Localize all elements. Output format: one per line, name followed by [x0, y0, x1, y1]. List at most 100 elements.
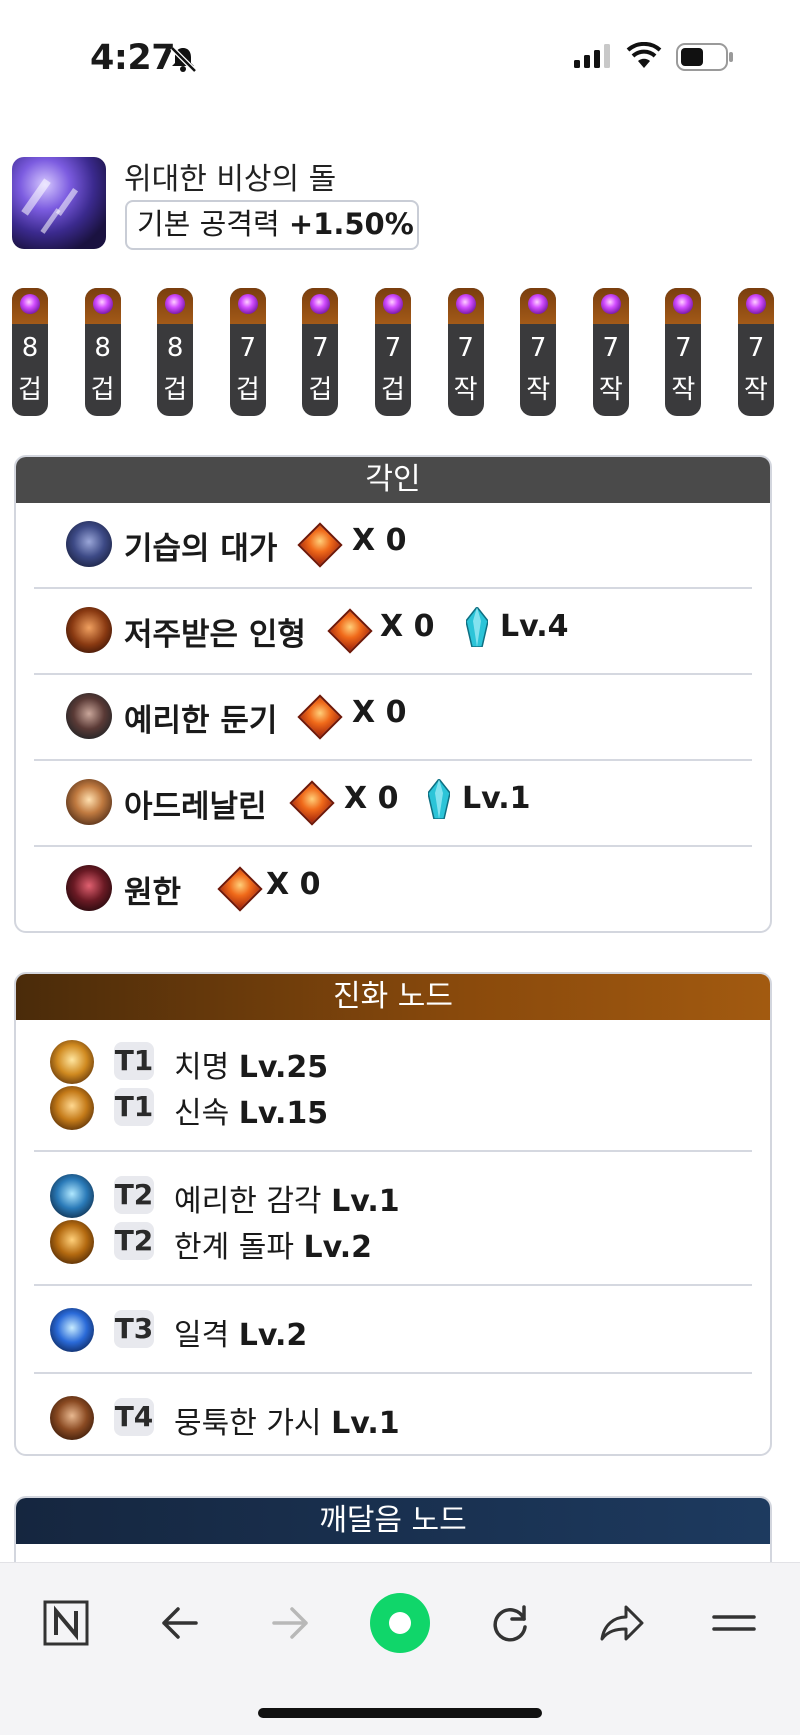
evolution-node-text: 일격 Lv.2 — [174, 1310, 307, 1354]
reload-icon[interactable] — [486, 1599, 534, 1647]
stack-count: 7 — [312, 333, 329, 363]
stack-chip: 7작 — [447, 288, 484, 416]
chip-cap — [157, 288, 194, 324]
relic-gem-icon — [297, 694, 343, 740]
gem-icon — [528, 294, 549, 314]
gem-icon — [746, 294, 766, 314]
node-name: 예리한 감각 — [174, 1184, 322, 1219]
evolution-node-text: 예리한 감각 Lv.1 — [174, 1176, 400, 1220]
node-level: Lv.15 — [238, 1096, 329, 1131]
stack-count: 7 — [239, 333, 257, 363]
engraving-row: 원한 X 0 — [34, 847, 752, 931]
evolution-node: T2 예리한 감각 Lv.1 — [34, 1172, 752, 1220]
chip-cap — [665, 288, 702, 324]
stack-chip: 7작 — [520, 288, 557, 416]
evolution-group: T3 일격 Lv.2 — [34, 1286, 752, 1374]
node-level: Lv.2 — [303, 1230, 372, 1265]
stack-count: 7 — [529, 333, 547, 363]
menu-icon[interactable] — [710, 1599, 758, 1647]
engraving-panel: 각인 기습의 대가 X 0 저주받은 인형 X 0 Lv.4 예리한 둔기 X … — [14, 455, 772, 933]
wifi-icon — [626, 42, 662, 68]
item-name: 위대한 비상의 돌 — [124, 162, 337, 197]
engraving-row: 아드레날린 X 0 Lv.1 — [34, 761, 752, 847]
stack-count: 7 — [675, 333, 692, 363]
engraving-count: X 0 — [352, 695, 407, 730]
ability-stone-crystal-icon — [428, 779, 450, 819]
stack-chip: 7겁 — [229, 288, 266, 416]
stack-chip: 8겁 — [157, 288, 194, 416]
chip-cap — [520, 288, 557, 324]
naver-home-icon[interactable] — [42, 1599, 90, 1647]
stack-chip: 7작 — [665, 288, 702, 416]
item-stat-label: 기본 공격력 — [137, 207, 280, 241]
engraving-name: 예리한 둔기 — [124, 703, 278, 739]
battery-icon — [676, 43, 733, 71]
adrenaline-icon — [66, 779, 112, 825]
ambush-master-icon — [66, 521, 112, 567]
forward-arrow-icon[interactable] — [266, 1599, 314, 1647]
node-level: Lv.1 — [331, 1406, 400, 1441]
gem-icon — [673, 294, 694, 314]
stack-chip: 7겁 — [375, 288, 411, 416]
share-icon[interactable] — [596, 1599, 646, 1647]
stack-unit: 작 — [526, 375, 551, 405]
chip-cap — [592, 288, 629, 324]
evolution-panel-title: 진화 노드 — [16, 974, 770, 1020]
swiftness-icon — [50, 1086, 94, 1130]
stack-unit: 겁 — [308, 375, 333, 405]
stack-unit: 작 — [744, 375, 768, 405]
evolution-group: T4 뭉툭한 가시 Lv.1 — [34, 1374, 752, 1454]
stack-count: 8 — [21, 333, 39, 363]
engraving-level: Lv.1 — [462, 781, 531, 816]
evolution-node-text: 치명 Lv.25 — [174, 1042, 328, 1086]
enlightenment-panel-title: 깨달음 노드 — [16, 1498, 770, 1544]
status-time: 4:27 — [90, 38, 176, 78]
stack-chips: 8겁8겁8겁7겁7겁7겁7작7작7작7작7작 — [12, 288, 792, 418]
evolution-node-text: 뭉툭한 가시 Lv.1 — [174, 1398, 400, 1442]
evolution-panel: 진화 노드 T1 치명 Lv.25 T1 신속 Lv.15 T2 예리한 감각 … — [14, 972, 772, 1456]
tier-badge: T2 — [114, 1176, 154, 1214]
tier-badge: T1 — [114, 1088, 154, 1126]
keen-sense-icon — [50, 1174, 94, 1218]
evolution-node-text: 한계 돌파 Lv.2 — [174, 1222, 372, 1266]
gem-icon — [20, 294, 40, 314]
item-stat-box: 기본 공격력 +1.50% — [125, 200, 419, 250]
gem-icon — [600, 294, 621, 314]
node-level: Lv.1 — [331, 1184, 400, 1219]
engraving-row: 저주받은 인형 X 0 Lv.4 — [34, 589, 752, 675]
stack-count: 8 — [94, 333, 111, 363]
relic-gem-icon — [289, 780, 335, 826]
node-name: 신속 — [174, 1096, 230, 1131]
evolution-node: T3 일격 Lv.2 — [34, 1306, 752, 1354]
evolution-group: T1 치명 Lv.25 T1 신속 Lv.15 — [34, 1020, 752, 1152]
back-arrow-icon[interactable] — [156, 1599, 204, 1647]
engraving-count: X 0 — [266, 867, 321, 902]
evolution-group: T2 예리한 감각 Lv.1 T2 한계 돌파 Lv.2 — [34, 1152, 752, 1286]
stack-chip: 8겁 — [84, 288, 121, 416]
node-name: 치명 — [174, 1050, 230, 1085]
stack-count: 8 — [166, 333, 184, 363]
node-level: Lv.2 — [238, 1318, 308, 1353]
item-image — [12, 157, 106, 249]
engraving-name: 저주받은 인형 — [124, 617, 306, 653]
gem-icon — [383, 294, 403, 314]
stack-chip: 7겁 — [302, 288, 339, 416]
stack-unit: 겁 — [163, 375, 188, 405]
relic-gem-icon — [217, 866, 263, 912]
engraving-count: X 0 — [380, 609, 435, 644]
chip-cap — [375, 288, 411, 324]
gem-icon — [237, 294, 258, 314]
ability-stone-crystal-icon — [466, 607, 488, 647]
node-name: 한계 돌파 — [174, 1230, 294, 1265]
stack-unit: 겁 — [381, 375, 405, 405]
evolution-node: T1 신속 Lv.15 — [34, 1084, 752, 1131]
stack-unit: 겁 — [235, 375, 260, 405]
engraving-panel-title: 각인 — [16, 457, 770, 503]
tier-badge: T4 — [114, 1398, 154, 1436]
item-stat-value: +1.50% — [288, 207, 414, 241]
node-name: 일격 — [174, 1318, 230, 1353]
engraving-row: 기습의 대가 X 0 — [34, 503, 752, 589]
evolution-node: T1 치명 Lv.25 — [34, 1038, 752, 1086]
stack-unit: 겁 — [18, 375, 42, 405]
green-dot-icon[interactable] — [368, 1591, 432, 1655]
